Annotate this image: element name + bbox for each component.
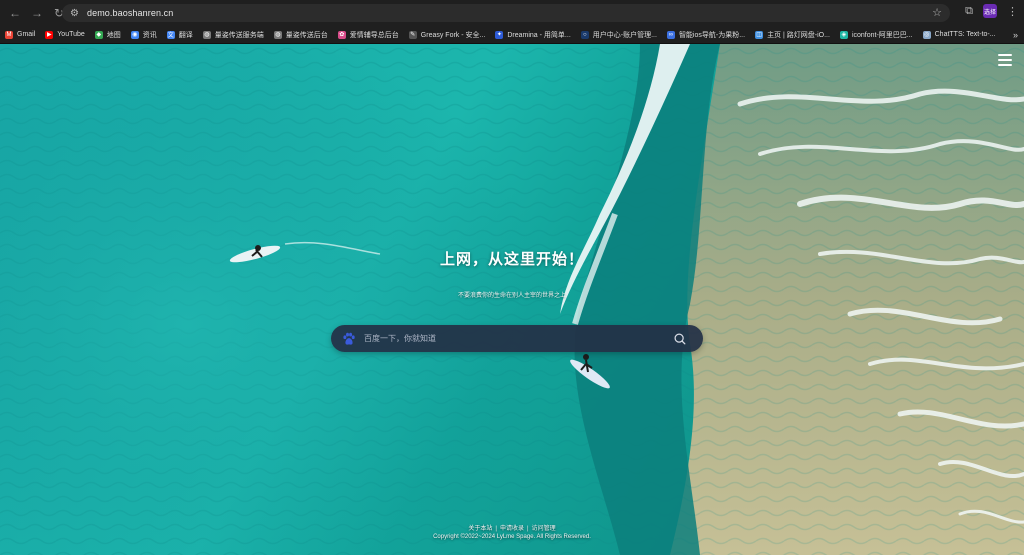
bookmark-item[interactable]: ◎ ChatTTS: Text-to-... bbox=[918, 26, 1001, 43]
search-input[interactable] bbox=[362, 333, 673, 344]
bookmarks-bar: M Gmail ▶ YouTube ◆ 地图 ◉ 资讯文翻译 ◍ 量姿传送服务端 ◍ 量姿传送后台 ✿ 爱… bbox=[0, 26, 1024, 44]
bookmark-item[interactable]: ◍ 量姿传送后台 bbox=[269, 26, 333, 43]
bookmark-item[interactable]: M Gmail bbox=[0, 26, 40, 43]
bookmark-label: 智能ios导航-为果粉... bbox=[678, 31, 746, 39]
bookmark-item[interactable]: ◉ 资讯 bbox=[126, 26, 162, 43]
footer-link-admin[interactable]: 访问管理 bbox=[532, 526, 556, 532]
gmail-icon: M bbox=[5, 30, 13, 39]
bookmark-item[interactable]: ✿ 爱情辅导总后台 bbox=[333, 26, 404, 43]
address-url[interactable]: demo.baoshanren.cn bbox=[87, 8, 173, 18]
site-info-icon[interactable]: ⚙ bbox=[70, 8, 82, 19]
more-bookmarks-icon[interactable]: » bbox=[1013, 26, 1018, 43]
bookmark-label: ChatTTS: Text-to-... bbox=[934, 31, 996, 38]
bookmark-item[interactable]: ◫ 主页 | 路灯网盘-iO... bbox=[750, 26, 835, 43]
maps-icon: ◆ bbox=[94, 30, 103, 39]
search-icon[interactable] bbox=[673, 332, 687, 346]
forward-icon[interactable]: → bbox=[28, 4, 46, 22]
bookmark-label: 地图 bbox=[106, 31, 121, 39]
extensions-icon[interactable]: ⧉ bbox=[965, 5, 973, 18]
ocean-background-image bbox=[0, 44, 1024, 555]
profile-avatar[interactable]: 选择 bbox=[983, 4, 997, 18]
youtube-icon: ▶ bbox=[45, 30, 54, 39]
iconfont-icon: ◈ bbox=[839, 30, 848, 39]
footer-link-about[interactable]: 关于本站 bbox=[468, 526, 492, 532]
bookmark-star-icon[interactable]: ☆ bbox=[932, 6, 942, 19]
back-icon[interactable]: ← bbox=[6, 4, 24, 22]
bookmark-item[interactable]: ◆ 地图 bbox=[90, 26, 126, 43]
user-center-icon: ○ bbox=[580, 30, 589, 39]
bookmark-item[interactable]: ✦ Dreamina - 用简单... bbox=[490, 26, 575, 43]
search-bar bbox=[331, 325, 703, 352]
bookmark-item[interactable]: ◈ iconfont-阿里巴巴... bbox=[835, 26, 918, 43]
bookmark-item[interactable]: ○ 用户中心-账户管理... bbox=[576, 26, 662, 43]
bookmark-label: YouTube bbox=[57, 31, 85, 38]
bookmark-label: Greasy Fork - 安全... bbox=[420, 31, 486, 39]
bookmark-label: Dreamina - 用简单... bbox=[507, 31, 571, 39]
bookmark-label: 爱情辅导总后台 bbox=[349, 31, 399, 39]
footer-divider: | bbox=[527, 526, 529, 532]
bookmark-label: 量姿传送后台 bbox=[285, 31, 328, 39]
bookmark-label: 翻译 bbox=[178, 31, 193, 39]
colorful-icon: ✿ bbox=[337, 30, 346, 39]
dreamina-icon: ✦ bbox=[495, 30, 504, 39]
globe-icon: ◍ bbox=[273, 30, 282, 39]
menu-kebab-icon[interactable]: ⋮ bbox=[1007, 5, 1018, 18]
footer-links: 关于本站 | 申请收录 | 访问管理 bbox=[0, 523, 1024, 532]
bookmark-label: Gmail bbox=[17, 31, 36, 38]
greasyfork-icon: ✎ bbox=[408, 30, 417, 39]
bookmark-label: iconfont-阿里巴巴... bbox=[851, 31, 913, 39]
bookmark-label: 主页 | 路灯网盘-iO... bbox=[767, 31, 830, 39]
bookmark-item[interactable]: ▶ YouTube bbox=[40, 26, 90, 43]
hero-title: 上网，从这里开始！ bbox=[439, 251, 584, 268]
bookmark-item[interactable]: ◍ 量姿传送服务端 bbox=[198, 26, 269, 43]
footer-divider: | bbox=[495, 526, 497, 532]
bookmark-item[interactable]: ∞ 智能ios导航-为果粉... bbox=[662, 26, 750, 43]
bookmark-item[interactable]: 文翻译 bbox=[162, 26, 198, 43]
translate-icon: 文 bbox=[166, 30, 175, 39]
chattts-icon: ◎ bbox=[922, 30, 931, 39]
footer-link-apply[interactable]: 申请收录 bbox=[500, 526, 524, 532]
address-bar[interactable]: ⚙ demo.baoshanren.cn ☆ bbox=[62, 4, 950, 22]
baidu-paw-icon[interactable] bbox=[342, 332, 356, 346]
globe-icon: ◍ bbox=[202, 30, 211, 39]
hamburger-menu-icon[interactable] bbox=[998, 54, 1012, 69]
ios-nav-icon: ∞ bbox=[666, 30, 675, 39]
news-icon: ◉ bbox=[130, 30, 139, 39]
bookmark-label: 量姿传送服务端 bbox=[214, 31, 264, 39]
bookmark-item[interactable]: ✎ Greasy Fork - 安全... bbox=[404, 26, 491, 43]
copyright-text: Copyright ©2022~2024 LyLme Spage. All Ri… bbox=[433, 534, 591, 540]
page-viewport: 上网，从这里开始！ 不要浪费你的生命在别人主宰的世界之上 关于本站|申请收录|访… bbox=[0, 44, 1024, 555]
bookmark-label: 资讯 bbox=[142, 31, 157, 39]
hero-subtitle: 不要浪费你的生命在别人主宰的世界之上 bbox=[457, 293, 566, 299]
browser-toolbar: ← → ↻ ⚙ demo.baoshanren.cn ☆ ⧉ 选择 ⋮ bbox=[0, 0, 1024, 26]
drive-icon: ◫ bbox=[755, 30, 764, 39]
bookmark-label: 用户中心-账户管理... bbox=[592, 31, 657, 39]
